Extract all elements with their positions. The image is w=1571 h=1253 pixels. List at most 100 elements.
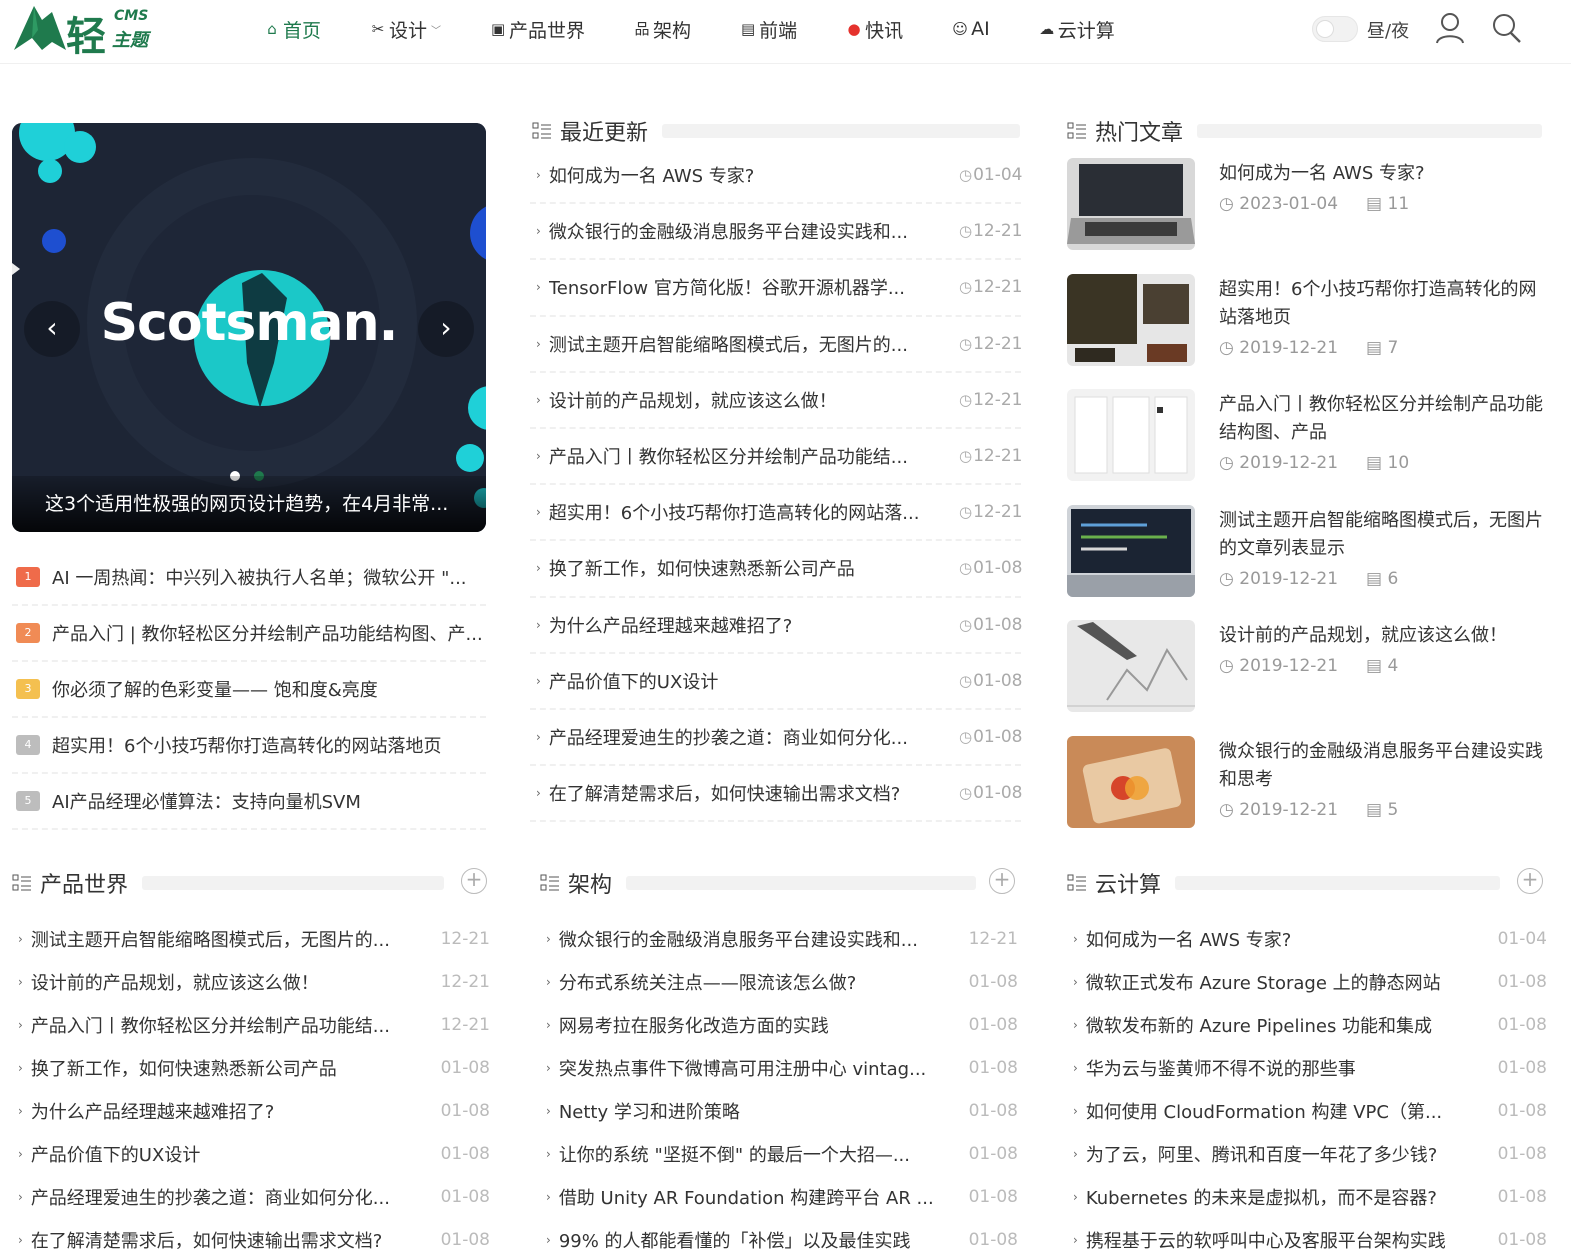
clock-icon: ◷	[959, 222, 973, 241]
list-item[interactable]: › 如何成为一名 AWS 专家? ◷01-04	[530, 148, 1023, 205]
list-item[interactable]: › 产品入门丨教你轻松区分并绘制产品功能结... 12-21	[12, 1003, 490, 1046]
list-item[interactable]: › 产品入门丨教你轻松区分并绘制产品功能结... ◷12-21	[530, 429, 1023, 486]
hot-article[interactable]: 如何成为一名 AWS 专家? ◷ 2023-01-04 ▤ 11	[1067, 158, 1547, 274]
featured-carousel[interactable]: Scotsman. ‹ › 这3个适用性极强的网页设计趋势，在4月非常...	[12, 123, 486, 532]
list-item[interactable]: › 让你的系统 "坚挺不倒" 的最后一个大招—... 01-08	[540, 1132, 1018, 1175]
list-item[interactable]: › 产品经理爱迪生的抄袭之道：商业如何分化... 01-08	[12, 1175, 490, 1218]
carousel-caption[interactable]: 这3个适用性极强的网页设计趋势，在4月非常...	[12, 476, 486, 532]
date-value: 01-08	[973, 783, 1023, 804]
list-item[interactable]: › 设计前的产品规划，就应该这么做！ ◷12-21	[530, 373, 1023, 429]
list-item-date: ◷12-21	[959, 390, 1023, 410]
list-icon	[12, 874, 31, 891]
hot-article-title: 设计前的产品规划，就应该这么做！	[1219, 625, 1507, 646]
list-item[interactable]: › 为什么产品经理越来越难招了? ◷01-08	[530, 598, 1023, 654]
more-plus-icon[interactable]: +	[989, 868, 1015, 894]
list-item[interactable]: 3 你必须了解的色彩变量—— 饱和度&亮度	[12, 662, 486, 718]
list-item[interactable]: 5 AI产品经理必懂算法：支持向量机SVM	[12, 774, 486, 830]
chevron-right-icon: ›	[546, 931, 551, 946]
article-date: 2023-01-04	[1239, 194, 1339, 214]
chevron-right-icon: ›	[18, 1146, 23, 1161]
list-item[interactable]: › 微众银行的金融级消息服务平台建设实践和... ◷12-21	[530, 204, 1023, 261]
list-item[interactable]: › 微软正式发布 Azure Storage 上的静态网站 01-08	[1067, 960, 1547, 1003]
list-item-title: 产品入门 | 教你轻松区分并绘制产品功能结构图、产...	[52, 624, 483, 645]
list-item[interactable]: › 分布式系统关注点——限流该怎么做? 01-08	[540, 960, 1018, 1003]
list-item[interactable]: › 设计前的产品规划，就应该这么做！ 12-21	[12, 960, 490, 1003]
list-item[interactable]: 2 产品入门 | 教你轻松区分并绘制产品功能结构图、产...	[12, 606, 486, 662]
list-item[interactable]: › 微众银行的金融级消息服务平台建设实践和... 12-21	[540, 917, 1018, 960]
hot-article[interactable]: 微众银行的金融级消息服务平台建设实践和思考 ◷ 2019-12-21 ▤ 5	[1067, 735, 1547, 852]
chevron-right-icon: ›	[536, 224, 541, 239]
article-date: 2019-12-21	[1239, 799, 1339, 820]
hot-article[interactable]: 设计前的产品规划，就应该这么做！ ◷ 2019-12-21 ▤ 4	[1067, 620, 1547, 736]
recent-list: › 如何成为一名 AWS 专家? ◷01-04 › 微众银行的金融级消息服务平台建设实践…	[530, 148, 1023, 823]
search-icon[interactable]	[1490, 10, 1524, 46]
list-item[interactable]: › 携程基于云的软呼叫中心及客服平台架构实践 01-08	[1067, 1218, 1547, 1253]
list-item[interactable]: › 换了新工作，如何快速熟悉新公司产品 01-08	[12, 1046, 490, 1089]
clock-icon: ◷	[959, 503, 973, 522]
list-item[interactable]: › 借助 Unity AR Foundation 构建跨平台 AR ... 01-0…	[540, 1175, 1018, 1218]
list-item[interactable]: › TensorFlow 官方简化版！谷歌开源机器学... ◷12-21	[530, 260, 1023, 317]
list-item[interactable]: › 超实用！6个小技巧帮你打造高转化的网站落... ◷12-21	[530, 485, 1023, 542]
nav-design[interactable]: ✂ 设计 ﹀	[369, 14, 441, 44]
chevron-right-icon: ›	[536, 168, 541, 183]
list-item[interactable]: › 为什么产品经理越来越难招了? 01-08	[12, 1089, 490, 1132]
list-item[interactable]: › Netty 学习和进阶策略 01-08	[540, 1089, 1018, 1132]
chevron-right-icon: ›	[18, 1232, 23, 1247]
list-item-title: 微软正式发布 Azure Storage 上的静态网站	[1085, 972, 1441, 994]
clock-icon: ◷	[1219, 656, 1240, 676]
list-item[interactable]: › 网易考拉在服务化改造方面的实践 01-08	[540, 1003, 1018, 1046]
hot-article[interactable]: 超实用！6个小技巧帮你打造高转化的网站落地页 ◷ 2019-12-21 ▤ 7	[1067, 273, 1547, 390]
list-item[interactable]: › 产品价值下的UX设计 ◷01-08	[530, 654, 1023, 710]
list-item[interactable]: › Kubernetes 的未来是虚拟机，而不是容器? 01-08	[1067, 1175, 1547, 1218]
comment-count: 5	[1387, 799, 1399, 820]
nav-product-world[interactable]: ▣ 产品世界	[489, 14, 585, 44]
nav-architecture[interactable]: 品 架构	[633, 14, 692, 44]
list-item[interactable]: › 微软发布新的 Azure Pipelines 功能和集成 01-08	[1067, 1003, 1547, 1046]
list-item[interactable]: › 换了新工作，如何快速熟悉新公司产品 ◷01-08	[530, 541, 1023, 598]
list-item[interactable]: › 如何使用 CloudFormation 构建 VPC（第... 01-08	[1067, 1089, 1547, 1132]
carousel-prev-button[interactable]: ‹	[24, 301, 80, 357]
chevron-right-icon: ›	[536, 449, 541, 464]
list-item[interactable]: › 为了云，阿里、腾讯和百度一年花了多少钱? 01-08	[1067, 1132, 1547, 1175]
list-item-date: ◷01-08	[959, 671, 1023, 691]
chevron-right-icon: ›	[536, 280, 541, 295]
nav-ai[interactable]: ☺ AI	[951, 14, 990, 44]
more-plus-icon[interactable]: +	[461, 868, 487, 894]
hot-article-meta: ◷ 2019-12-21 ▤ 10	[1219, 453, 1409, 473]
list-item[interactable]: › 突发热点事件下微博高可用注册中心 vintag... 01-08	[540, 1046, 1018, 1089]
carousel-next-button[interactable]: ›	[418, 301, 474, 357]
list-item-date: 01-08	[440, 1186, 490, 1207]
list-item-title: 为什么产品经理越来越难招了?	[30, 1101, 275, 1123]
list-item[interactable]: › 测试主题开启智能缩略图模式后，无图片的... 12-21	[12, 917, 490, 960]
hot-article[interactable]: 产品入门丨教你轻松区分并绘制产品功能结构图、产品 ◷ 2019-12-21 ▤ 1…	[1067, 389, 1547, 505]
list-item[interactable]: 4 超实用！6个小技巧帮你打造高转化的网站落地页	[12, 718, 486, 774]
theme-toggle[interactable]	[1312, 16, 1358, 42]
list-item-title: 携程基于云的软呼叫中心及客服平台架构实践	[1085, 1230, 1446, 1252]
user-icon[interactable]	[1434, 10, 1466, 46]
list-item[interactable]: › 产品经理爱迪生的抄袭之道：商业如何分化... ◷01-08	[530, 710, 1023, 767]
list-item[interactable]: › 在了解清楚需求后，如何快速输出需求文档? 01-08	[12, 1218, 490, 1253]
list-item[interactable]: › 在了解清楚需求后，如何快速输出需求文档? ◷01-08	[530, 766, 1023, 823]
more-plus-icon[interactable]: +	[1517, 868, 1543, 894]
comment-icon: ▤	[1366, 194, 1388, 214]
list-item[interactable]: › 测试主题开启智能缩略图模式后，无图片的... ◷12-21	[530, 317, 1023, 373]
chevron-right-icon: ›	[536, 561, 541, 576]
article-thumbnail	[1067, 389, 1195, 481]
nav-home[interactable]: ⌂ 首页	[263, 14, 321, 44]
hot-article[interactable]: 测试主题开启智能缩略图模式后，无图片的文章列表显示 ◷ 2019-12-21 ▤ …	[1067, 504, 1547, 621]
list-item[interactable]: › 产品价值下的UX设计 01-08	[12, 1132, 490, 1175]
section-title: 热门文章	[1095, 121, 1184, 146]
list-item[interactable]: › 99% 的人都能看懂的「补偿」以及最佳实践 01-08	[540, 1218, 1018, 1253]
list-item-title: 借助 Unity AR Foundation 构建跨平台 AR ...	[558, 1187, 934, 1209]
site-logo[interactable]: 轻 CMS 主题	[12, 2, 162, 60]
nav-news[interactable]: ● 快讯	[845, 14, 904, 44]
chevron-right-icon: ›	[546, 1146, 551, 1161]
nav-cloud[interactable]: ☁ 云计算	[1038, 14, 1115, 44]
recent-header: 最近更新	[532, 116, 1021, 146]
nav-label: AI	[971, 18, 990, 40]
list-item[interactable]: › 华为云与鉴黄师不得不说的那些事 01-08	[1067, 1046, 1547, 1089]
list-item[interactable]: › 如何成为一名 AWS 专家? 01-04	[1067, 917, 1547, 960]
section-divider	[662, 124, 1021, 138]
nav-frontend[interactable]: ▤ 前端	[739, 14, 797, 44]
list-item[interactable]: 1 AI 一周热闻：中兴列入被执行人名单；微软公开 "...	[12, 550, 486, 606]
